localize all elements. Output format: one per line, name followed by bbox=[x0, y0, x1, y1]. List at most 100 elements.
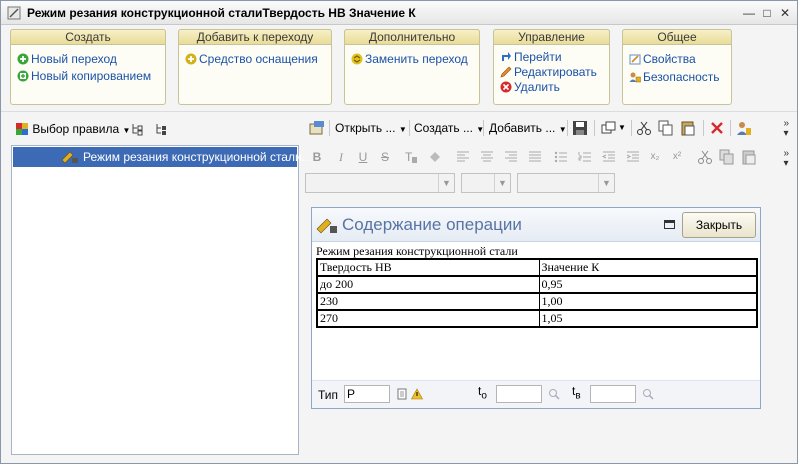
close-window-button[interactable]: ✕ bbox=[777, 5, 793, 21]
paste-icon[interactable] bbox=[741, 149, 757, 165]
windows-icon[interactable] bbox=[601, 120, 617, 136]
copy-icon[interactable] bbox=[658, 120, 674, 136]
properties-button[interactable]: Свойства bbox=[629, 51, 696, 67]
delete-icon[interactable] bbox=[709, 120, 725, 136]
italic-button[interactable]: I bbox=[333, 149, 349, 165]
table-cell: 0,95 bbox=[538, 275, 758, 294]
strikethrough-button[interactable]: S bbox=[377, 149, 393, 165]
align-center-icon[interactable] bbox=[479, 149, 495, 165]
cut-icon[interactable] bbox=[697, 149, 713, 165]
indent-increase-icon[interactable] bbox=[625, 149, 641, 165]
toolbar-separator bbox=[631, 120, 632, 136]
superscript-button[interactable]: x² bbox=[669, 149, 685, 165]
align-right-icon[interactable] bbox=[503, 149, 519, 165]
numbered-list-icon[interactable] bbox=[577, 149, 593, 165]
underline-button[interactable]: U bbox=[355, 149, 371, 165]
toolbar-separator bbox=[567, 120, 568, 136]
close-panel-button[interactable]: Закрыть bbox=[682, 212, 756, 238]
window-title: Режим резания конструкционной сталиТверд… bbox=[27, 6, 416, 20]
chevron-down-icon[interactable]: ▼ bbox=[618, 120, 626, 136]
group-header: Дополнительно bbox=[344, 29, 480, 45]
tooling-button[interactable]: Средство оснащения bbox=[185, 51, 318, 67]
table-cell: 270 bbox=[316, 309, 540, 328]
new-by-copy-button[interactable]: Новый копированием bbox=[17, 68, 151, 84]
panel-footer: Тип tо tв bbox=[312, 380, 760, 408]
bold-button[interactable]: B bbox=[309, 149, 325, 165]
panel-header: Содержание операции Закрыть bbox=[312, 208, 760, 242]
copy-icon[interactable] bbox=[719, 149, 735, 165]
style-select[interactable]: ▼ bbox=[517, 173, 615, 193]
subscript-button[interactable]: x₂ bbox=[647, 149, 663, 165]
rules-tree[interactable]: Режим резания конструкционной стали... bbox=[11, 145, 312, 455]
indent-decrease-icon[interactable] bbox=[601, 149, 617, 165]
chevron-down-icon: ▼ bbox=[122, 126, 131, 135]
toolbar-separator bbox=[483, 120, 484, 136]
content-heading: Режим резания конструкционной стали bbox=[316, 244, 518, 258]
font-color-icon[interactable]: T bbox=[403, 149, 419, 165]
align-justify-icon[interactable] bbox=[527, 149, 543, 165]
bullet-list-icon[interactable] bbox=[553, 149, 569, 165]
collapse-tree-button[interactable] bbox=[155, 119, 169, 139]
to-input[interactable] bbox=[496, 385, 542, 403]
cut-icon[interactable] bbox=[636, 120, 652, 136]
minimize-button[interactable]: — bbox=[741, 5, 757, 21]
create-menu[interactable]: Создать ... ▼ bbox=[414, 120, 484, 136]
edit-label: Редактировать bbox=[514, 65, 597, 79]
table-header-row: Твердость НВ Значение К bbox=[316, 258, 758, 277]
font-size-select[interactable]: ▼ bbox=[461, 173, 511, 193]
toolbar-separator bbox=[329, 120, 330, 136]
search-icon[interactable] bbox=[548, 388, 560, 400]
delete-button[interactable]: Удалить bbox=[500, 79, 560, 95]
toolbar-overflow-icon[interactable]: » ▾ bbox=[783, 119, 789, 139]
values-table: Твердость НВ Значение К до 200 0,95 230 … bbox=[316, 258, 758, 328]
ribbon-group-create: Создать Новый переход Новый копированием bbox=[10, 29, 166, 105]
copy-add-icon bbox=[17, 70, 29, 82]
save-icon[interactable] bbox=[572, 120, 588, 136]
properties-icon bbox=[629, 54, 641, 65]
fill-color-icon[interactable] bbox=[427, 149, 443, 165]
align-left-icon[interactable] bbox=[455, 149, 471, 165]
minimize-panel-icon[interactable] bbox=[664, 220, 675, 229]
security-label: Безопасность bbox=[643, 70, 720, 84]
add-circle-icon bbox=[17, 53, 29, 65]
font-family-select[interactable]: ▼ bbox=[305, 173, 455, 193]
security-icon bbox=[629, 72, 641, 83]
rule-select-dropdown[interactable]: Выбор правила ▼ bbox=[15, 119, 130, 139]
add-label: Добавить ... bbox=[489, 121, 556, 135]
replace-transition-label: Заменить переход bbox=[365, 52, 468, 66]
operation-content-panel: Содержание операции Закрыть Режим резани… bbox=[311, 207, 761, 409]
rule-select-label: Выбор правила bbox=[32, 122, 120, 136]
paste-icon[interactable] bbox=[680, 120, 696, 136]
expand-tree-button[interactable] bbox=[131, 119, 145, 139]
table-cell: 1,00 bbox=[538, 292, 758, 311]
collapse-tree-icon bbox=[156, 124, 166, 135]
to-label-sub: о bbox=[481, 390, 487, 402]
tree-item-label: Режим резания конструкционной стали... bbox=[83, 150, 312, 164]
search-icon[interactable] bbox=[642, 388, 654, 400]
edit-button[interactable]: Редактировать bbox=[500, 64, 597, 80]
security-button[interactable]: Безопасность bbox=[629, 69, 720, 85]
chevron-down-icon: ▼ bbox=[494, 174, 510, 192]
document-icon[interactable] bbox=[396, 388, 408, 400]
tv-input[interactable] bbox=[590, 385, 636, 403]
type-input[interactable] bbox=[344, 385, 390, 403]
tooling-label: Средство оснащения bbox=[199, 52, 318, 66]
view-icon[interactable] bbox=[309, 120, 325, 136]
chevron-down-icon: ▼ bbox=[558, 125, 567, 134]
add-menu[interactable]: Добавить ... ▼ bbox=[489, 120, 567, 136]
ribbon-group-general: Общее Свойства Безопасность bbox=[622, 29, 732, 105]
goto-button[interactable]: Перейти bbox=[500, 49, 562, 65]
replace-icon bbox=[351, 53, 363, 65]
formatbar-overflow-icon[interactable]: » ▾ bbox=[783, 149, 789, 169]
cutting-tool-icon bbox=[61, 151, 78, 164]
delete-icon bbox=[500, 81, 512, 93]
open-menu[interactable]: Открыть ... ▼ bbox=[335, 120, 407, 136]
new-transition-button[interactable]: Новый переход bbox=[17, 51, 117, 67]
table-cell: 1,05 bbox=[538, 309, 758, 328]
edit-icon bbox=[500, 66, 512, 78]
security-icon[interactable] bbox=[736, 120, 752, 136]
replace-transition-button[interactable]: Заменить переход bbox=[351, 51, 468, 67]
maximize-button[interactable]: □ bbox=[759, 5, 775, 21]
tree-item-selected[interactable]: Режим резания конструкционной стали... bbox=[13, 147, 312, 167]
chevron-down-icon: ▼ bbox=[438, 174, 454, 192]
